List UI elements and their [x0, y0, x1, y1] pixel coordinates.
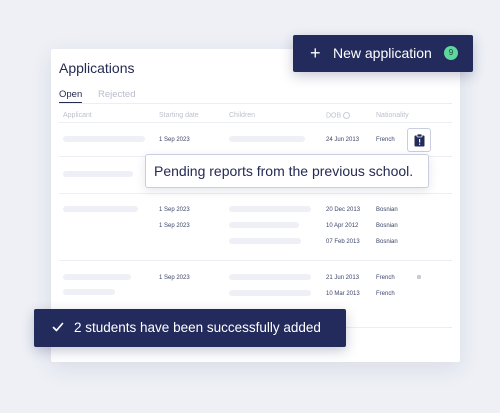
applicant-placeholder — [63, 274, 131, 280]
success-toast: 2 students have been successfully added — [34, 309, 346, 347]
column-header-nationality: Nationality — [376, 112, 409, 119]
tooltip-text: Pending reports from the previous school… — [154, 163, 414, 179]
nationality-value: French — [376, 137, 395, 143]
page-title: Applications — [59, 60, 135, 76]
status-dot — [417, 275, 421, 279]
dob-value: 10 Mar 2013 — [326, 291, 360, 297]
header-divider — [59, 122, 452, 123]
dob-value: 21 Jun 2013 — [326, 275, 360, 281]
plus-icon: + — [310, 43, 321, 63]
column-header-children: Children — [229, 112, 256, 119]
child-placeholder — [229, 238, 301, 244]
nationality-value: Bosnian — [376, 223, 398, 229]
applicant-placeholder — [63, 289, 115, 295]
tabs-divider — [59, 103, 452, 104]
column-header-applicant: Applicant — [63, 112, 92, 119]
nationality-value: Bosnian — [376, 239, 398, 245]
applicant-placeholder — [63, 171, 133, 177]
tab-rejected[interactable]: Rejected — [98, 89, 136, 100]
child-placeholder — [229, 222, 299, 228]
new-application-label: New application — [333, 45, 432, 61]
starting-date: 1 Sep 2023 — [159, 275, 190, 281]
starting-date: 1 Sep 2023 — [159, 207, 190, 213]
new-application-button[interactable]: + New application 9 — [293, 35, 473, 72]
child-placeholder — [229, 290, 311, 296]
starting-date: 1 Sep 2023 — [159, 137, 190, 143]
child-placeholder — [229, 136, 305, 142]
applicant-placeholder — [63, 136, 145, 142]
column-header-starting-date: Starting date — [159, 112, 199, 119]
column-header-dob[interactable]: DOB — [326, 112, 351, 119]
dob-value: 24 Jun 2013 — [326, 137, 360, 143]
row-divider — [59, 193, 452, 194]
pending-reports-tooltip: Pending reports from the previous school… — [145, 154, 429, 188]
check-icon — [52, 322, 64, 332]
dob-value: 10 Apr 2012 — [326, 223, 359, 229]
toast-message: 2 students have been successfully added — [74, 320, 321, 335]
child-placeholder — [229, 274, 311, 280]
applicant-placeholder — [63, 206, 138, 212]
row-divider — [59, 260, 452, 261]
nationality-value: French — [376, 275, 395, 281]
dob-value: 07 Feb 2013 — [326, 239, 360, 245]
info-icon[interactable] — [343, 112, 351, 119]
pending-reports-button[interactable] — [407, 128, 431, 152]
dob-value: 20 Dec 2013 — [326, 207, 361, 213]
nationality-value: French — [376, 291, 395, 297]
child-placeholder — [229, 206, 311, 212]
tab-open[interactable]: Open — [59, 89, 83, 103]
nationality-value: Bosnian — [376, 207, 398, 213]
clipboard-icon — [414, 133, 424, 146]
starting-date: 1 Sep 2023 — [159, 223, 190, 229]
count-badge: 9 — [444, 46, 458, 60]
